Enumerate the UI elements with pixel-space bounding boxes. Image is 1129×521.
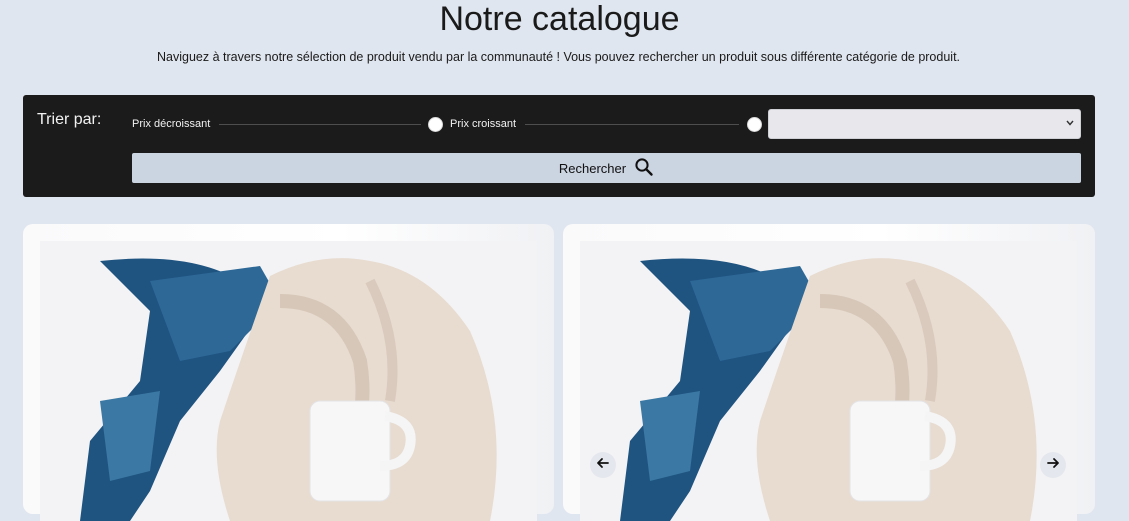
- sort-option-asc-label[interactable]: Prix croissant: [450, 118, 516, 130]
- sort-option-desc-label[interactable]: Prix décroissant: [132, 118, 210, 130]
- chevron-down-icon: [1066, 118, 1074, 129]
- radio-asc[interactable]: [747, 117, 762, 132]
- product-image[interactable]: [580, 241, 1077, 521]
- product-card[interactable]: [23, 224, 554, 521]
- search-button-label: Rechercher: [558, 160, 627, 176]
- divider-line: [219, 124, 421, 125]
- category-select[interactable]: [768, 109, 1081, 139]
- product-card[interactable]: [563, 224, 1095, 521]
- filter-bar: Trier par: Prix décroissant Prix croissa…: [23, 95, 1095, 197]
- page-subtitle: Naviguez à travers notre sélection de pr…: [156, 50, 961, 64]
- sort-label: Trier par:: [37, 111, 102, 128]
- search-button[interactable]: Rechercher: [132, 153, 1081, 183]
- arrow-left-icon: [596, 456, 610, 475]
- product-image[interactable]: [40, 241, 537, 521]
- radio-desc[interactable]: [428, 117, 443, 132]
- page-title: Notre catalogue: [439, 0, 680, 38]
- carousel-prev-button[interactable]: [590, 452, 616, 478]
- divider-line: [525, 124, 739, 125]
- arrow-right-icon: [1046, 456, 1060, 475]
- search-icon: [626, 157, 654, 180]
- carousel-next-button[interactable]: [1040, 452, 1066, 478]
